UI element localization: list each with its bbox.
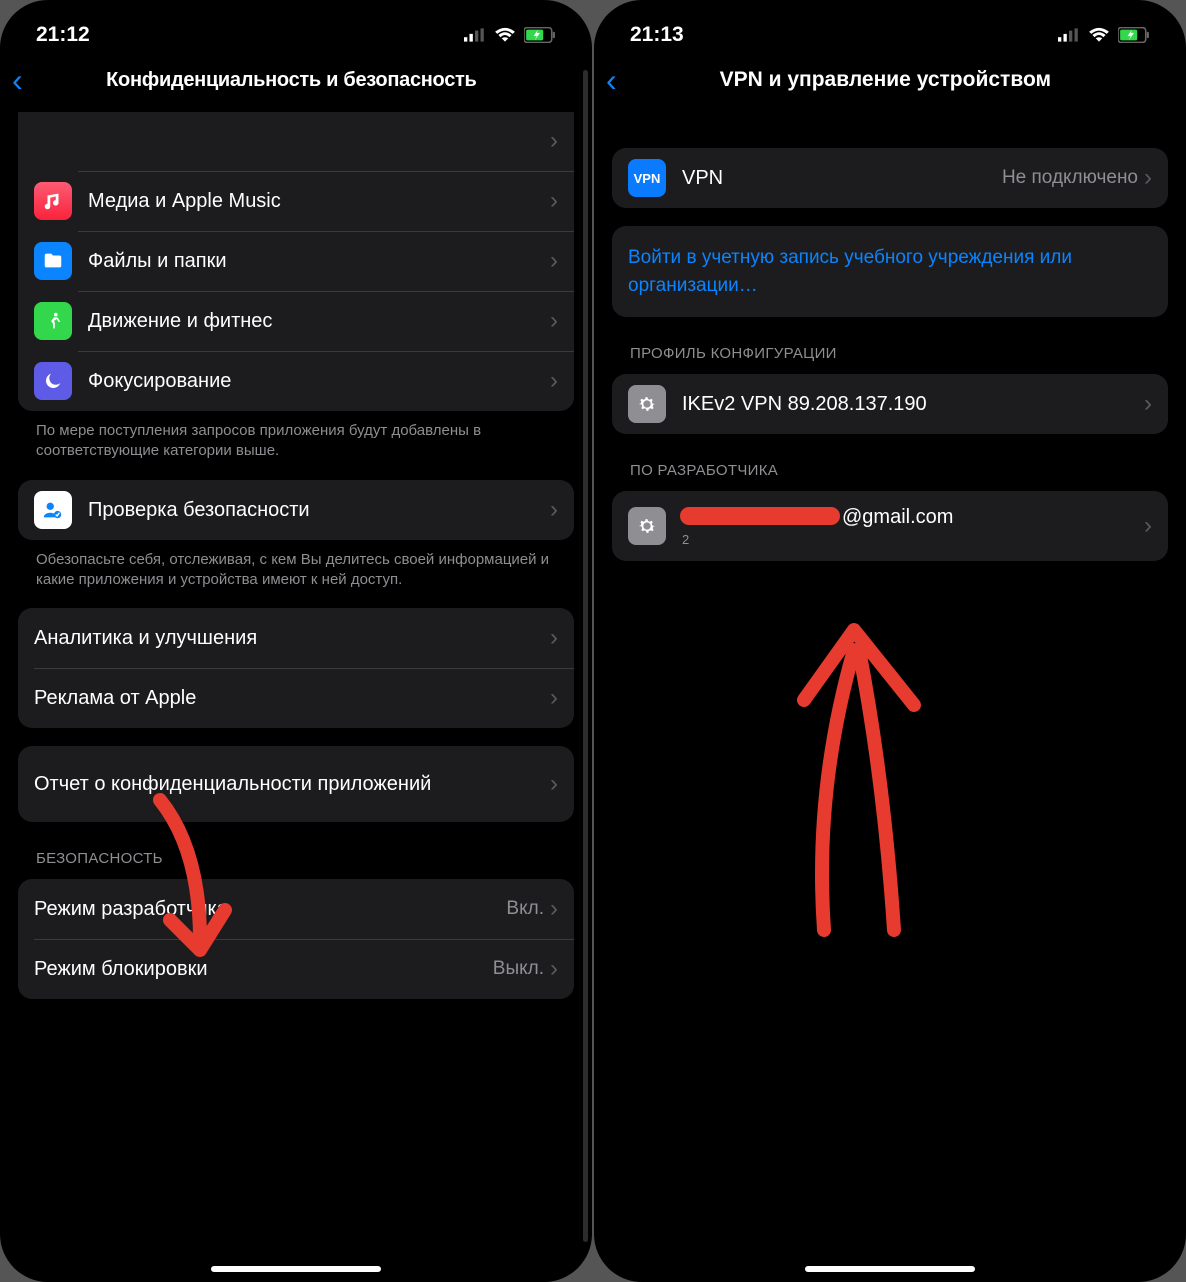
- security-section-header: БЕЗОПАСНОСТЬ: [18, 822, 574, 873]
- group-security: Режим разработчика Вкл. › Режим блокиров…: [18, 879, 574, 999]
- group-developer-apps: @gmail.com2 ›: [612, 491, 1168, 561]
- row-files-folders[interactable]: Файлы и папки ›: [18, 231, 574, 291]
- row-label: Реклама от Apple: [34, 685, 550, 711]
- moon-icon: [34, 362, 72, 400]
- group2-footer: Обезопасьте себя, отслеживая, с кем Вы д…: [18, 540, 574, 591]
- row-analytics[interactable]: Аналитика и улучшения ›: [18, 608, 574, 668]
- group-signin-org: Войти в учетную запись учебного учрежден…: [612, 226, 1168, 317]
- row-safety-check[interactable]: Проверка безопасности ›: [18, 480, 574, 540]
- nav-bar: ‹ Конфиденциальность и безопасность: [0, 52, 592, 108]
- annotation-arrow: [744, 610, 964, 950]
- status-bar: 21:12: [0, 0, 592, 52]
- row-label: Режим разработчика: [34, 896, 506, 922]
- gear-icon: [628, 385, 666, 423]
- music-icon: [34, 182, 72, 220]
- gear-icon: [628, 507, 666, 545]
- row-developer-app[interactable]: @gmail.com2 ›: [612, 491, 1168, 561]
- group-safety-check: Проверка безопасности ›: [18, 480, 574, 540]
- wifi-icon: [1088, 27, 1110, 43]
- row-label: VPN: [682, 165, 1002, 191]
- group-config-profile: IKEv2 VPN 89.208.137.190 ›: [612, 374, 1168, 434]
- chevron-right-icon: ›: [550, 129, 558, 153]
- right-screenshot: 21:13 ‹ VPN и управление устройством VPN…: [594, 0, 1186, 1282]
- group-vpn: VPN VPN Не подключено ›: [612, 148, 1168, 208]
- home-indicator[interactable]: [211, 1266, 381, 1272]
- partial-icon: [34, 122, 72, 160]
- chevron-right-icon: ›: [550, 249, 558, 273]
- row-app-privacy-report[interactable]: Отчет о конфиденциальности приложений ›: [18, 746, 574, 822]
- partial-row[interactable]: ›: [18, 112, 574, 171]
- row-ikev2-profile[interactable]: IKEv2 VPN 89.208.137.190 ›: [612, 374, 1168, 434]
- chevron-right-icon: ›: [550, 309, 558, 333]
- battery-icon: [1118, 27, 1150, 43]
- status-time: 21:12: [36, 23, 90, 47]
- nav-title: Конфиденциальность и безопасность: [33, 69, 584, 92]
- chevron-right-icon: ›: [550, 686, 558, 710]
- battery-icon: [524, 27, 556, 43]
- config-profile-header: ПРОФИЛЬ КОНФИГУРАЦИИ: [612, 317, 1168, 368]
- row-vpn[interactable]: VPN VPN Не подключено ›: [612, 148, 1168, 208]
- developer-apps-header: ПО РАЗРАБОТЧИКА: [612, 434, 1168, 485]
- row-label: Движение и фитнес: [88, 308, 550, 334]
- folder-icon: [34, 242, 72, 280]
- nav-title: VPN и управление устройством: [627, 68, 1178, 92]
- wifi-icon: [494, 27, 516, 43]
- chevron-right-icon: ›: [550, 626, 558, 650]
- row-label: Проверка безопасности: [88, 497, 550, 523]
- group-privacy-categories: › Медиа и Apple Music › Файлы и папки › …: [18, 112, 574, 411]
- row-detail: Выкл.: [493, 958, 544, 980]
- status-bar: 21:13: [594, 0, 1186, 52]
- row-apple-ads[interactable]: Реклама от Apple ›: [18, 668, 574, 728]
- home-indicator[interactable]: [805, 1266, 975, 1272]
- row-label: Фокусирование: [88, 368, 550, 394]
- status-icons: [1058, 27, 1150, 43]
- chevron-right-icon: ›: [550, 498, 558, 522]
- chevron-right-icon: ›: [550, 189, 558, 213]
- row-signin-org[interactable]: Войти в учетную запись учебного учрежден…: [612, 226, 1168, 317]
- vpn-icon: VPN: [628, 159, 666, 197]
- row-lockdown-mode[interactable]: Режим блокировки Выкл. ›: [18, 939, 574, 999]
- group1-footer: По мере поступления запросов приложения …: [18, 411, 574, 462]
- row-label: @gmail.com2: [682, 504, 1144, 549]
- row-label: Файлы и папки: [88, 248, 550, 274]
- signal-icon: [464, 28, 486, 42]
- safety-check-icon: [34, 491, 72, 529]
- nav-bar: ‹ VPN и управление устройством: [594, 52, 1186, 108]
- status-icons: [464, 27, 556, 43]
- row-focus[interactable]: Фокусирование ›: [18, 351, 574, 411]
- row-detail: Вкл.: [506, 898, 544, 920]
- group-app-privacy-report: Отчет о конфиденциальности приложений ›: [18, 746, 574, 822]
- row-label: Медиа и Apple Music: [88, 188, 550, 214]
- left-screenshot: 21:12 ‹ Конфиденциальность и безопасност…: [0, 0, 592, 1282]
- link-text: Войти в учетную запись учебного учрежден…: [628, 247, 1072, 296]
- chevron-right-icon: ›: [550, 772, 558, 796]
- row-motion-fitness[interactable]: Движение и фитнес ›: [18, 291, 574, 351]
- back-chevron-icon[interactable]: ‹: [8, 64, 33, 96]
- running-icon: [34, 302, 72, 340]
- chevron-right-icon: ›: [1144, 514, 1152, 538]
- chevron-right-icon: ›: [550, 369, 558, 393]
- chevron-right-icon: ›: [1144, 166, 1152, 190]
- row-media-apple-music[interactable]: Медиа и Apple Music ›: [18, 171, 574, 231]
- signal-icon: [1058, 28, 1080, 42]
- row-label: IKEv2 VPN 89.208.137.190: [682, 391, 1144, 417]
- scrollbar[interactable]: [583, 70, 588, 1242]
- row-label: Аналитика и улучшения: [34, 625, 550, 651]
- chevron-right-icon: ›: [1144, 392, 1152, 416]
- row-detail: Не подключено: [1002, 167, 1138, 189]
- row-label: Отчет о конфиденциальности приложений: [34, 771, 550, 797]
- group-analytics-ads: Аналитика и улучшения › Реклама от Apple…: [18, 608, 574, 728]
- row-label: Режим блокировки: [34, 956, 493, 982]
- back-chevron-icon[interactable]: ‹: [602, 64, 627, 96]
- chevron-right-icon: ›: [550, 957, 558, 981]
- row-developer-mode[interactable]: Режим разработчика Вкл. ›: [18, 879, 574, 939]
- status-time: 21:13: [630, 23, 684, 47]
- chevron-right-icon: ›: [550, 897, 558, 921]
